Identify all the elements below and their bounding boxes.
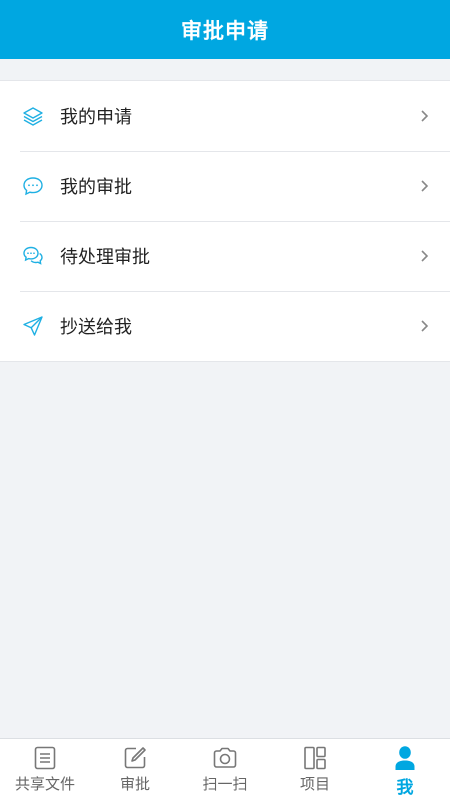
chevron-right-icon xyxy=(418,109,430,123)
camera-icon xyxy=(211,744,239,772)
chevron-right-icon xyxy=(418,179,430,193)
menu-item-label: 我的审批 xyxy=(60,177,132,198)
menu-item-my-approvals[interactable]: 我的审批 xyxy=(0,151,450,221)
tab-shared-files[interactable]: 共享文件 xyxy=(0,739,90,800)
menu-item-label: 抄送给我 xyxy=(60,317,132,338)
document-icon xyxy=(31,744,59,772)
menu-item-label: 我的申请 xyxy=(60,107,132,128)
edit-icon xyxy=(121,744,149,772)
tab-approval[interactable]: 审批 xyxy=(90,739,180,800)
page-title: 审批申请 xyxy=(181,18,269,43)
tab-label: 共享文件 xyxy=(14,775,75,793)
send-icon xyxy=(21,314,45,338)
menu-item-label: 待处理审批 xyxy=(60,247,150,268)
menu-item-pending-approvals[interactable]: 待处理审批 xyxy=(0,221,450,291)
tab-label: 我 xyxy=(396,778,414,798)
tab-label: 扫一扫 xyxy=(202,775,248,793)
tab-me[interactable]: 我 xyxy=(360,739,450,800)
chat-bubble-icon xyxy=(21,174,45,198)
chevron-right-icon xyxy=(418,249,430,263)
bottom-tab-bar: 共享文件 审批 扫一扫 项目 我 xyxy=(0,738,450,800)
grid-icon xyxy=(301,744,329,772)
chevron-right-icon xyxy=(418,319,430,333)
layers-icon xyxy=(21,104,45,128)
user-icon xyxy=(391,744,419,772)
chat-bubbles-icon xyxy=(21,244,45,268)
approval-menu: 我的申请 我的审批 待处理审批 抄送给我 xyxy=(0,80,450,362)
menu-item-cc-to-me[interactable]: 抄送给我 xyxy=(0,291,450,361)
tab-scan[interactable]: 扫一扫 xyxy=(180,739,270,800)
tab-projects[interactable]: 项目 xyxy=(270,739,360,800)
app-header: 审批申请 xyxy=(0,0,450,59)
menu-item-my-requests[interactable]: 我的申请 xyxy=(0,81,450,151)
tab-label: 审批 xyxy=(119,775,150,793)
tab-label: 项目 xyxy=(299,775,330,793)
